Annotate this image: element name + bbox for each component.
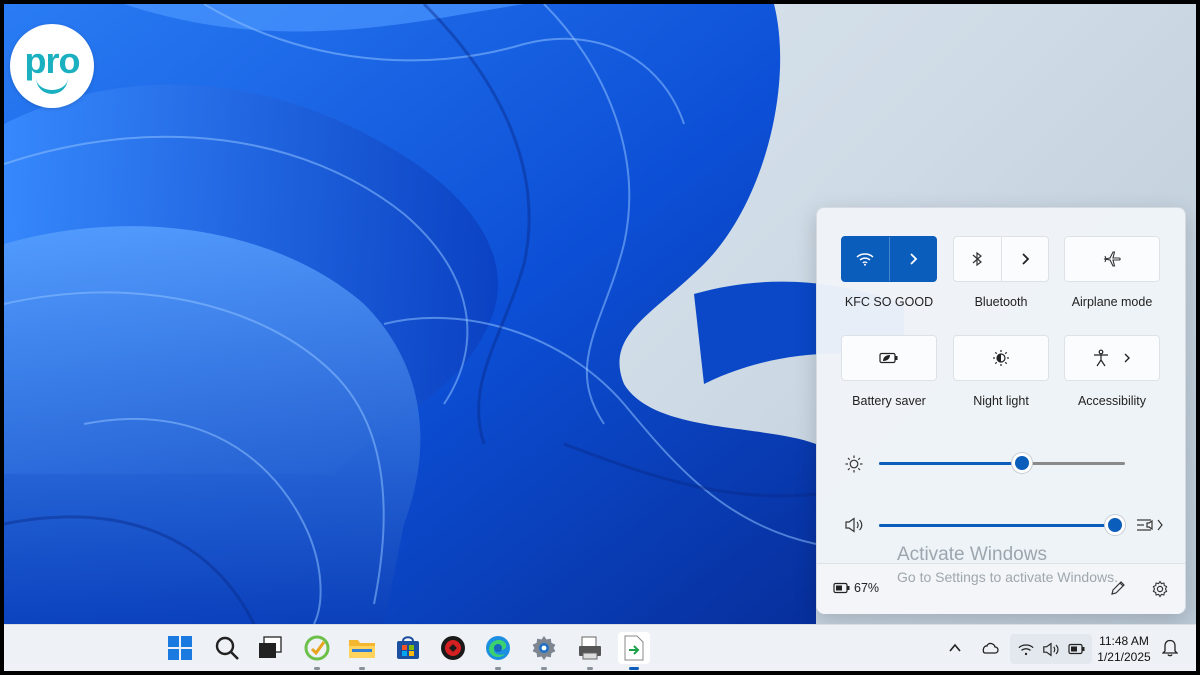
bluetooth-tile-label: Bluetooth: [974, 295, 1028, 309]
clock[interactable]: 11:48 AM 1/21/2025: [1089, 633, 1159, 665]
accessibility-chevron-icon: [1124, 353, 1130, 363]
logo-smile: [36, 76, 68, 94]
night-light-tile[interactable]: [953, 335, 1049, 381]
activate-windows-watermark: Activate Windows Go to Settings to activ…: [897, 544, 1118, 585]
battery-saver-icon: [879, 352, 898, 364]
airplane-mode-tile-label: Airplane mode: [1071, 295, 1153, 309]
wifi-tile[interactable]: [841, 236, 937, 282]
tray-speaker-icon: [1043, 642, 1059, 656]
onedrive-cloud-icon[interactable]: [976, 632, 1004, 664]
app-export-icon[interactable]: [618, 632, 650, 664]
app-green-icon[interactable]: [301, 632, 333, 664]
start-icon[interactable]: [164, 632, 196, 664]
task-view-icon[interactable]: [254, 632, 286, 664]
bluetooth-expand-chevron-icon[interactable]: [1002, 237, 1049, 281]
bluetooth-tile[interactable]: [953, 236, 1049, 282]
tray-wifi-icon: [1018, 643, 1034, 655]
battery-icon: [833, 582, 850, 594]
desktop: pro KFC SO GOOD Bluetooth Airplane mode …: [4, 4, 1196, 671]
search-icon[interactable]: [211, 632, 243, 664]
app-running-indicator: [359, 667, 365, 670]
accessibility-tile-label: Accessibility: [1077, 394, 1147, 408]
speaker-icon[interactable]: [844, 517, 864, 533]
audio-output-select-icon[interactable]: [1135, 516, 1165, 534]
brightness-icon: [845, 455, 863, 473]
notification-bell-icon[interactable]: [1157, 632, 1183, 664]
battery-saver-tile-label: Battery saver: [852, 394, 926, 408]
accessibility-tile[interactable]: [1064, 335, 1160, 381]
wifi-icon[interactable]: [842, 237, 890, 281]
show-hidden-icons-chevron-icon[interactable]: [942, 632, 968, 664]
night-light-icon: [993, 350, 1009, 366]
store-icon[interactable]: [392, 632, 424, 664]
app-running-indicator: [587, 667, 593, 670]
tray-battery-icon: [1068, 643, 1085, 655]
clock-date: 1/21/2025: [1097, 650, 1151, 664]
wifi-expand-chevron-icon[interactable]: [890, 237, 937, 281]
app-printer-icon[interactable]: [574, 632, 606, 664]
battery-percentage[interactable]: 67%: [854, 581, 879, 595]
accessibility-icon: [1094, 349, 1108, 367]
settings-icon[interactable]: [528, 632, 560, 664]
airplane-icon: [1103, 251, 1121, 267]
brightness-slider-thumb[interactable]: [1012, 453, 1032, 473]
file-explorer-icon[interactable]: [346, 632, 378, 664]
volume-slider-thumb[interactable]: [1105, 515, 1125, 535]
gear-icon[interactable]: [1151, 580, 1169, 598]
clock-time: 11:48 AM: [1099, 634, 1149, 648]
pro-logo: pro: [10, 24, 94, 108]
taskbar: 11:48 AM 1/21/2025: [4, 624, 1196, 671]
edge-icon[interactable]: [482, 632, 514, 664]
battery-saver-tile[interactable]: [841, 335, 937, 381]
volume-slider-fill: [879, 524, 1115, 527]
app-running-indicator: [495, 667, 501, 670]
app-running-indicator: [541, 667, 547, 670]
network-volume-battery-tray[interactable]: [1010, 634, 1092, 664]
watermark-subtitle: Go to Settings to activate Windows.: [897, 569, 1118, 585]
watermark-title: Activate Windows: [897, 544, 1047, 565]
bluetooth-icon[interactable]: [954, 237, 1002, 281]
wifi-tile-label: KFC SO GOOD: [844, 295, 934, 309]
airplane-mode-tile[interactable]: [1064, 236, 1160, 282]
app-active-indicator: [629, 667, 639, 670]
night-light-tile-label: Night light: [973, 394, 1029, 408]
app-red-icon[interactable]: [437, 632, 469, 664]
brightness-slider-fill: [879, 462, 1022, 465]
app-running-indicator: [314, 667, 320, 670]
